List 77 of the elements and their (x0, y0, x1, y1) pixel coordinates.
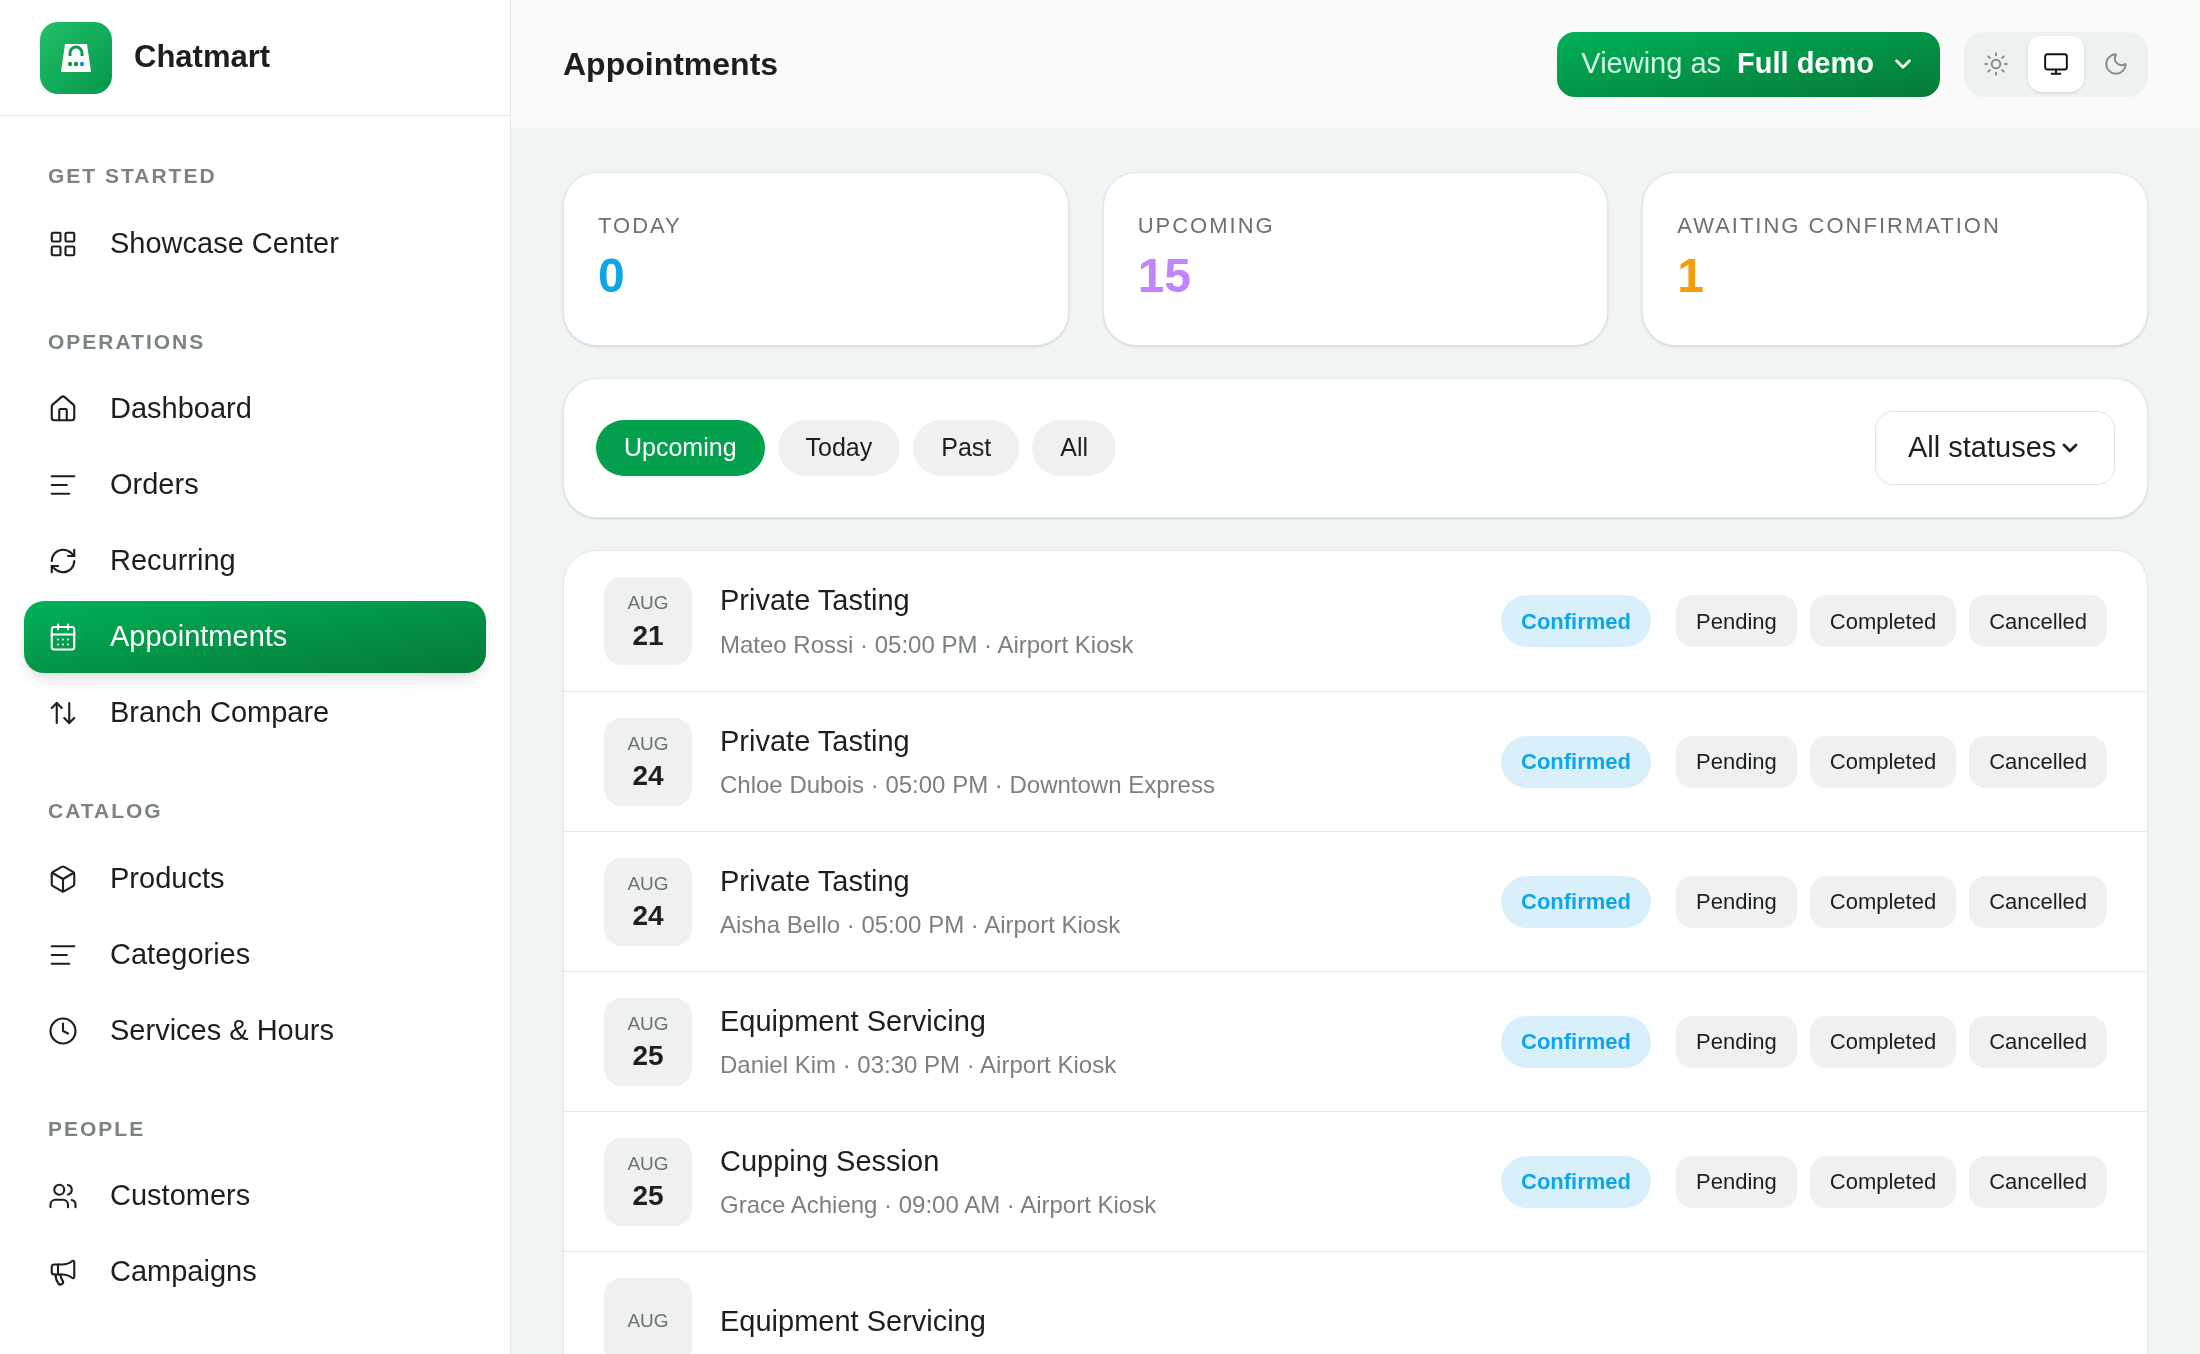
nav-item[interactable]: Dashboard (24, 373, 486, 445)
status-option[interactable]: Pending (1676, 875, 1797, 928)
appointment-title: Private Tasting (720, 723, 911, 759)
status-option[interactable]: Cancelled (1969, 1015, 2107, 1068)
clock-icon (48, 1015, 78, 1046)
status-option[interactable]: Pending (1676, 595, 1797, 647)
status-option[interactable]: Pending (1676, 735, 1797, 788)
house-icon (48, 394, 78, 424)
section-heading: OPERATIONS (47, 328, 207, 355)
status-option[interactable]: Completed (1809, 595, 1957, 647)
stat-label: TODAY (598, 212, 683, 240)
date-day: 24 (632, 758, 664, 794)
date-day: 21 (632, 617, 664, 653)
moon-icon (2103, 51, 2129, 77)
date-month: AUG (627, 1011, 669, 1036)
status-option[interactable]: Completed (1809, 1015, 1957, 1068)
status-option[interactable]: Cancelled (1969, 735, 2107, 788)
date-month: AUG (627, 591, 669, 616)
appointment-details: Chloe Dubois · 05:00 PM · Downtown Express (720, 770, 1216, 801)
date-month: AUG (627, 871, 669, 896)
nav-item[interactable]: Orders (24, 449, 486, 521)
status-option[interactable]: Cancelled (1969, 1155, 2107, 1208)
status-option[interactable]: Cancelled (1969, 595, 2107, 647)
stat-label: UPCOMING (1137, 212, 1276, 240)
nav-item[interactable]: Showcase Center (24, 207, 486, 280)
date-month: AUG (627, 1151, 669, 1176)
appointment-title: Equipment Servicing (720, 1303, 987, 1339)
viewing-as-dropdown[interactable]: Viewing as Full demo (1557, 31, 1940, 97)
filter-tab[interactable]: All (1032, 420, 1117, 476)
stat-value: 15 (1137, 252, 1193, 300)
status-option[interactable]: Cancelled (1969, 875, 2107, 928)
people-icon (48, 1181, 78, 1211)
megaphone-icon (48, 1257, 78, 1287)
appointment-title: Private Tasting (720, 583, 911, 619)
filter-tab[interactable]: Past (913, 420, 1020, 476)
date-month: AUG (627, 1309, 669, 1334)
monitor-icon (2043, 51, 2069, 77)
filter-tab[interactable]: Today (777, 420, 901, 476)
stat-value: 1 (1677, 252, 1706, 300)
nav-item[interactable]: Branch Compare (24, 677, 486, 749)
appointment-title: Private Tasting (720, 863, 911, 899)
theme-option[interactable] (2028, 36, 2084, 92)
appointment-details: Daniel Kim · 03:30 PM · Airport Kiosk (720, 1050, 1118, 1081)
sun-icon (1983, 51, 2009, 77)
date-day: 24 (632, 898, 664, 934)
appointment-details: Grace Achieng · 09:00 AM · Airport Kiosk (720, 1190, 1158, 1221)
status-option[interactable]: Completed (1809, 875, 1957, 928)
section-heading: PEOPLE (47, 1115, 147, 1142)
appointment-details: Aisha Bello · 05:00 PM · Airport Kiosk (720, 910, 1122, 941)
date-day: 25 (632, 1178, 664, 1214)
appointment-title: Equipment Servicing (720, 1003, 987, 1039)
stat-label: AWAITING CONFIRMATION (1677, 212, 2002, 240)
status-option[interactable]: Completed (1809, 1155, 1957, 1208)
date-day: 25 (632, 1038, 664, 1074)
status-option[interactable]: Pending (1676, 1015, 1797, 1068)
appointment-details: Mateo Rossi · 05:00 PM · Airport Kiosk (720, 629, 1135, 660)
section-heading: GET STARTED (47, 163, 218, 189)
nav-item[interactable]: Campaigns (24, 1236, 486, 1308)
nav-item[interactable]: Products (24, 842, 486, 915)
nav-item[interactable]: Customers (24, 1160, 486, 1232)
logo-icon (40, 21, 112, 94)
stat-value: 0 (598, 252, 626, 300)
status-option[interactable]: Pending (1676, 1155, 1797, 1208)
status-select[interactable]: All statuses (1875, 411, 2115, 485)
page-title: Appointments (563, 45, 779, 84)
nav-item[interactable]: Recurring (24, 525, 486, 597)
nav-item[interactable]: Services & Hours (24, 994, 486, 1067)
date-month: AUG (627, 731, 669, 756)
nav-item[interactable]: Appointments (24, 601, 486, 673)
cube-icon (48, 863, 78, 894)
appointment-title: Cupping Session (720, 1143, 941, 1179)
nav-item[interactable]: Categories (24, 918, 486, 991)
brand-name: Chatmart (134, 38, 271, 77)
status-option[interactable]: Completed (1809, 735, 1957, 788)
calendar-icon (48, 622, 78, 652)
section-heading: CATALOG (47, 798, 164, 824)
refresh-icon (48, 546, 78, 576)
